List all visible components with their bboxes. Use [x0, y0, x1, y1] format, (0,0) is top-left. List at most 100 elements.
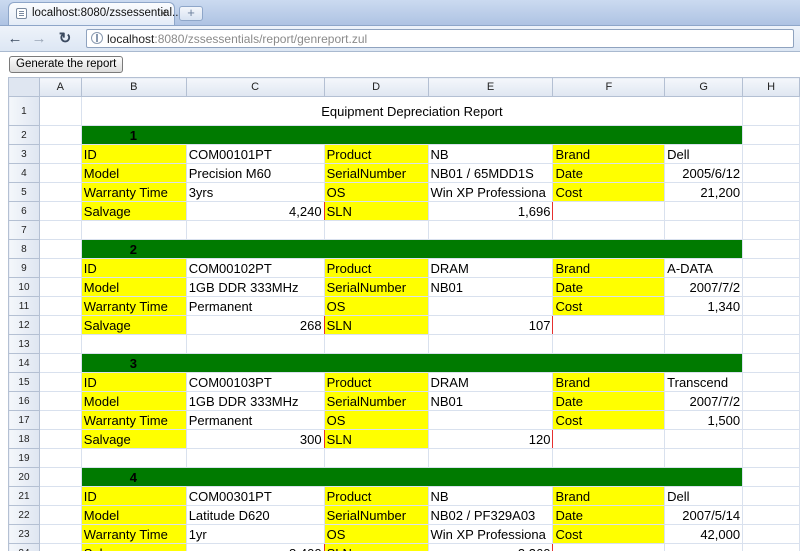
row-header[interactable]: 19 [8, 448, 40, 468]
cell[interactable] [742, 486, 800, 506]
row-header[interactable]: 20 [8, 467, 40, 487]
sln-label[interactable]: SLN [323, 315, 429, 335]
row-header[interactable]: 16 [8, 391, 40, 411]
cell[interactable] [38, 277, 82, 297]
site-info-icon[interactable] [91, 32, 103, 44]
serial-value[interactable]: NB02 / PF329A03 [427, 505, 554, 525]
product-value[interactable]: DRAM [427, 258, 554, 278]
cell[interactable] [80, 334, 187, 354]
cell[interactable] [552, 448, 666, 468]
cell[interactable] [185, 220, 325, 240]
salvage-label[interactable]: Salvage [80, 201, 187, 221]
row-header[interactable]: 17 [8, 410, 40, 430]
cost-label[interactable]: Cost [552, 296, 666, 316]
warranty-label[interactable]: Warranty Time [80, 410, 187, 430]
cell[interactable] [742, 543, 800, 551]
brand-label[interactable]: Brand [552, 372, 666, 392]
column-header[interactable]: D [323, 77, 429, 97]
row-header[interactable]: 7 [8, 220, 40, 240]
cell[interactable] [664, 429, 744, 449]
cell[interactable] [185, 334, 325, 354]
date-value[interactable]: 2005/6/12 [664, 163, 744, 183]
cell[interactable] [38, 334, 82, 354]
serial-value[interactable]: NB01 [427, 391, 554, 411]
os-label[interactable]: OS [323, 296, 429, 316]
cell[interactable] [38, 201, 82, 221]
column-header[interactable]: B [80, 77, 187, 97]
back-arrow-icon[interactable]: ← [6, 30, 24, 47]
cell[interactable] [742, 296, 800, 316]
cell[interactable] [38, 448, 82, 468]
cell[interactable] [742, 353, 800, 373]
row-header[interactable]: 4 [8, 163, 40, 183]
row-header[interactable]: 21 [8, 486, 40, 506]
os-label[interactable]: OS [323, 524, 429, 544]
salvage-label[interactable]: Salvage [80, 543, 187, 551]
cell[interactable] [552, 201, 666, 221]
cost-value[interactable]: 1,340 [664, 296, 744, 316]
row-header[interactable]: 11 [8, 296, 40, 316]
product-label[interactable]: Product [323, 372, 429, 392]
cell[interactable] [38, 429, 82, 449]
row-header[interactable]: 22 [8, 505, 40, 525]
os-value[interactable] [427, 410, 554, 430]
model-value[interactable]: 1GB DDR 333MHz [185, 277, 325, 297]
cost-label[interactable]: Cost [552, 182, 666, 202]
product-label[interactable]: Product [323, 486, 429, 506]
sln-value[interactable]: 107 [427, 315, 554, 335]
row-header[interactable]: 12 [8, 315, 40, 335]
brand-label[interactable]: Brand [552, 258, 666, 278]
cell[interactable] [742, 315, 800, 335]
cell[interactable] [552, 334, 666, 354]
cell[interactable] [38, 410, 82, 430]
cell[interactable] [664, 334, 744, 354]
id-value[interactable]: COM00301PT [185, 486, 325, 506]
cell[interactable] [323, 220, 429, 240]
cell[interactable] [742, 96, 800, 126]
warranty-label[interactable]: Warranty Time [80, 182, 187, 202]
cell[interactable] [38, 315, 82, 335]
forward-arrow-icon[interactable]: → [30, 30, 48, 47]
date-value[interactable]: 2007/7/2 [664, 277, 744, 297]
cell[interactable] [80, 220, 187, 240]
sln-value[interactable]: 3,360 [427, 543, 554, 551]
generate-report-button[interactable]: Generate the report [9, 56, 124, 73]
brand-value[interactable]: Transcend [664, 372, 744, 392]
cell[interactable] [742, 239, 800, 259]
cell[interactable] [742, 524, 800, 544]
os-value[interactable] [427, 296, 554, 316]
column-header[interactable]: H [742, 77, 800, 97]
serial-value[interactable]: NB01 [427, 277, 554, 297]
cell[interactable] [742, 429, 800, 449]
cell[interactable] [552, 429, 666, 449]
row-header[interactable]: 15 [8, 372, 40, 392]
cell[interactable] [38, 467, 82, 487]
date-label[interactable]: Date [552, 391, 666, 411]
cell[interactable] [664, 315, 744, 335]
model-value[interactable]: Latitude D620 [185, 505, 325, 525]
warranty-label[interactable]: Warranty Time [80, 524, 187, 544]
id-label[interactable]: ID [80, 372, 187, 392]
cell[interactable] [185, 448, 325, 468]
cell[interactable] [38, 258, 82, 278]
record-band[interactable]: 4 [80, 467, 744, 487]
model-label[interactable]: Model [80, 163, 187, 183]
row-header[interactable]: 1 [8, 96, 40, 126]
cell[interactable] [742, 220, 800, 240]
cell[interactable] [38, 144, 82, 164]
salvage-value[interactable]: 8,400 [185, 543, 325, 551]
cell[interactable] [664, 220, 744, 240]
row-header[interactable]: 5 [8, 182, 40, 202]
id-label[interactable]: ID [80, 486, 187, 506]
cell[interactable] [742, 372, 800, 392]
serial-label[interactable]: SerialNumber [323, 277, 429, 297]
cell[interactable] [664, 448, 744, 468]
model-label[interactable]: Model [80, 277, 187, 297]
spreadsheet[interactable]: A B C D E F G H 1 Equipment Depreciation… [8, 77, 800, 551]
row-header[interactable]: 24 [8, 543, 40, 551]
cost-value[interactable]: 1,500 [664, 410, 744, 430]
cell[interactable] [38, 239, 82, 259]
id-label[interactable]: ID [80, 258, 187, 278]
product-label[interactable]: Product [323, 258, 429, 278]
brand-value[interactable]: A-DATA [664, 258, 744, 278]
